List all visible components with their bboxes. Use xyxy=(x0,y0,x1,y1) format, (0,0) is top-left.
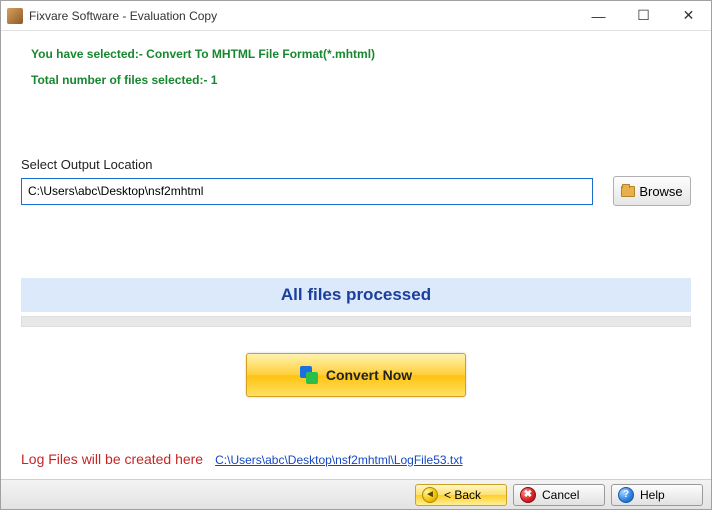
status-message: All files processed xyxy=(21,278,691,312)
selection-info: You have selected:- Convert To MHTML Fil… xyxy=(31,47,691,61)
footer-bar: ◄ < Back ✖ Cancel ? Help xyxy=(1,479,711,509)
convert-icon xyxy=(300,366,318,384)
help-label: Help xyxy=(640,488,665,502)
title-bar: Fixvare Software - Evaluation Copy — ☐ ✕ xyxy=(1,1,711,31)
help-button[interactable]: ? Help xyxy=(611,484,703,506)
output-location-label: Select Output Location xyxy=(21,157,691,172)
output-row: Browse xyxy=(21,176,691,206)
file-count-info: Total number of files selected:- 1 xyxy=(31,73,691,87)
cancel-icon: ✖ xyxy=(520,487,536,503)
cancel-label: Cancel xyxy=(542,488,579,502)
log-label: Log Files will be created here xyxy=(21,451,203,467)
log-info: Log Files will be created here C:\Users\… xyxy=(21,451,463,467)
progress-bar xyxy=(21,316,691,327)
maximize-button[interactable]: ☐ xyxy=(621,1,666,30)
convert-now-button[interactable]: Convert Now xyxy=(246,353,466,397)
content-area: You have selected:- Convert To MHTML Fil… xyxy=(1,31,711,479)
convert-label: Convert Now xyxy=(326,367,412,383)
back-button[interactable]: ◄ < Back xyxy=(415,484,507,506)
app-icon xyxy=(7,8,23,24)
log-file-link[interactable]: C:\Users\abc\Desktop\nsf2mhtml\LogFile53… xyxy=(215,453,462,467)
cancel-button[interactable]: ✖ Cancel xyxy=(513,484,605,506)
folder-icon xyxy=(621,186,635,197)
back-label: < Back xyxy=(444,488,481,502)
output-path-input[interactable] xyxy=(21,178,593,205)
window-title: Fixvare Software - Evaluation Copy xyxy=(29,9,576,23)
browse-button[interactable]: Browse xyxy=(613,176,691,206)
minimize-button[interactable]: — xyxy=(576,1,621,30)
app-window: Fixvare Software - Evaluation Copy — ☐ ✕… xyxy=(0,0,712,510)
window-controls: — ☐ ✕ xyxy=(576,1,711,30)
back-arrow-icon: ◄ xyxy=(422,487,438,503)
close-button[interactable]: ✕ xyxy=(666,1,711,30)
browse-label: Browse xyxy=(639,184,682,199)
help-icon: ? xyxy=(618,487,634,503)
